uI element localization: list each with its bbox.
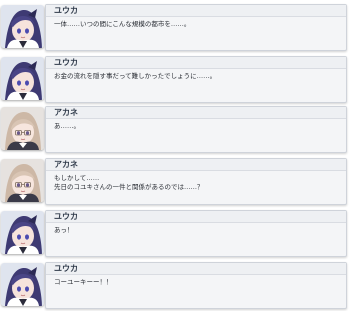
yuuka-portrait-icon (1, 57, 44, 100)
speaker-name: ユウカ (54, 58, 78, 67)
yuuka-portrait-icon (1, 211, 44, 254)
speaker-bar: アカネ (46, 159, 346, 171)
message-text: コーユーキーー！！ (54, 278, 113, 286)
message-row: ユウカ一体……いつの間にこんな規模の都市を……。 (0, 3, 350, 53)
akane-portrait-icon (1, 107, 44, 150)
speaker-bar: ユウカ (46, 211, 346, 223)
message-row: ユウカコーユーキーー！！ (0, 261, 350, 311)
message-text: あっ！ (54, 226, 74, 234)
message-card: ユウカコーユーキーー！！ (45, 262, 347, 309)
message-text: お金の流れを隠す事だって難しかったでしょうに……。 (54, 72, 217, 80)
speaker-bar: ユウカ (46, 57, 346, 69)
speaker-name: アカネ (54, 108, 78, 117)
message-card: ユウカ一体……いつの間にこんな規模の都市を……。 (45, 4, 347, 51)
message-card: ユウカお金の流れを隠す事だって難しかったでしょうに……。 (45, 56, 347, 103)
message-row: ユウカあっ！ (0, 209, 350, 259)
message-row: アカネもしかして…… 先日のコユキさんの一件と関係があるのでは……？ (0, 157, 350, 207)
message-card: ユウカあっ！ (45, 210, 347, 257)
message-card: アカネあ……。 (45, 106, 347, 153)
message-text: 一体……いつの間にこんな規模の都市を……。 (54, 20, 191, 28)
akane-portrait-icon (1, 159, 44, 202)
speaker-bar: ユウカ (46, 263, 346, 275)
yuuka-portrait-icon (1, 263, 44, 306)
message-text: もしかして…… 先日のコユキさんの一件と関係があるのでは……？ (54, 174, 204, 191)
yuuka-portrait-icon (1, 5, 44, 48)
speaker-name: ユウカ (54, 264, 78, 273)
message-row: ユウカお金の流れを隠す事だって難しかったでしょうに……。 (0, 55, 350, 105)
speaker-bar: ユウカ (46, 5, 346, 17)
message-row: アカネあ……。 (0, 105, 350, 155)
chat-log: ユウカ 一体……いつの間にこんな規模の都市を……。 ユウカ お金の流れを隠す事だって難… (0, 0, 350, 311)
speaker-bar: アカネ (46, 107, 346, 119)
speaker-name: ユウカ (54, 6, 78, 15)
speaker-name: ユウカ (54, 212, 78, 221)
message-card: アカネもしかして…… 先日のコユキさんの一件と関係があるのでは……？ (45, 158, 347, 205)
speaker-name: アカネ (54, 160, 78, 169)
message-text: あ……。 (54, 122, 80, 130)
